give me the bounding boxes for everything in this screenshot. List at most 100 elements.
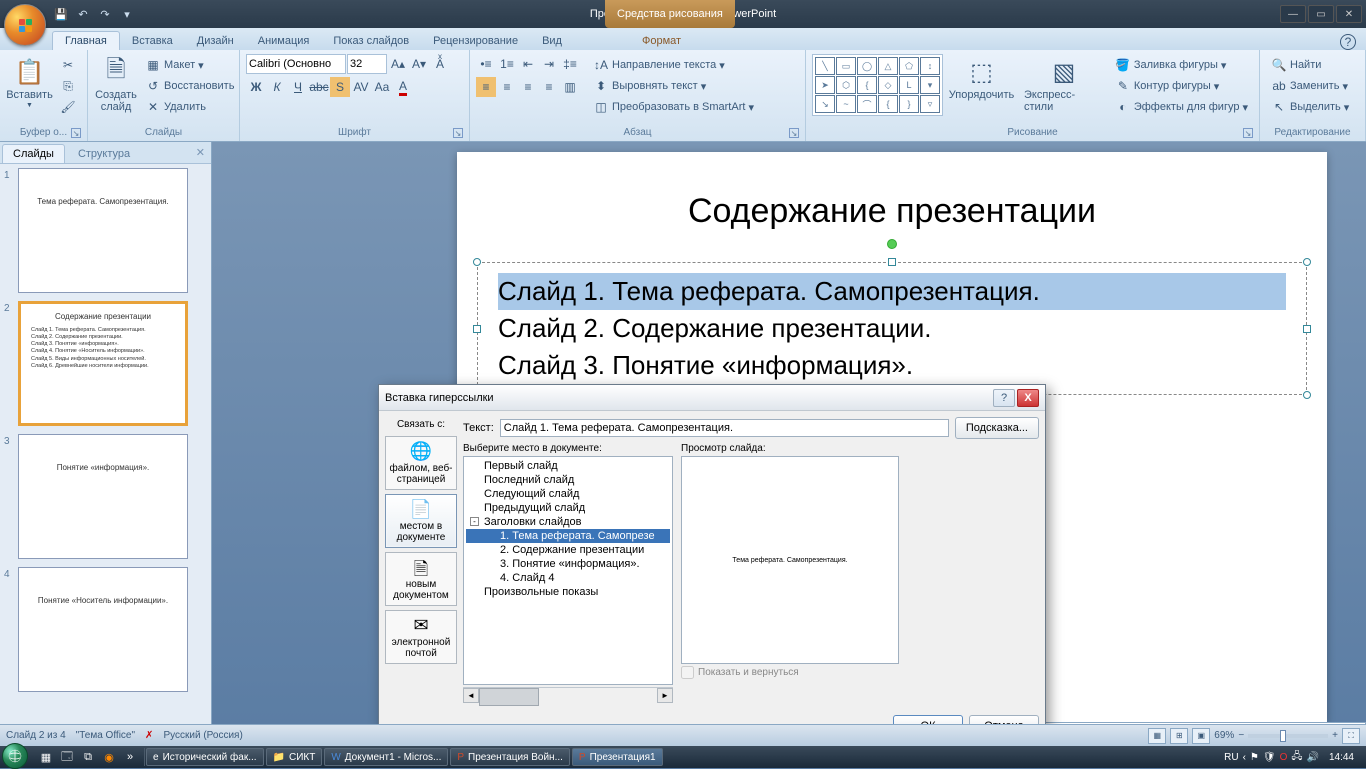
- dialog-help-button[interactable]: ?: [993, 389, 1015, 407]
- save-icon[interactable]: 💾: [52, 5, 70, 23]
- shape-fill-button[interactable]: 🪣Заливка фигуры ▾: [1112, 56, 1251, 74]
- help-icon[interactable]: ?: [1340, 34, 1356, 50]
- numbering-button[interactable]: 1≡: [497, 54, 517, 74]
- thumb-1[interactable]: 1 Тема реферата. Самопрезентация.: [4, 168, 207, 293]
- tray-shield-icon[interactable]: 🛡: [1263, 752, 1276, 763]
- zoom-level[interactable]: 69%: [1214, 730, 1234, 741]
- zoom-out-button[interactable]: −: [1238, 730, 1244, 741]
- resize-handle[interactable]: [1303, 258, 1311, 266]
- clear-format-button[interactable]: Aͯ: [430, 54, 450, 74]
- decrease-indent-button[interactable]: ⇤: [518, 54, 538, 74]
- ql-media-icon[interactable]: ◉: [99, 748, 119, 766]
- link-file-web-button[interactable]: 🌐файлом, веб-страницей: [385, 436, 457, 490]
- tree-slide-2[interactable]: 2. Содержание презентации: [466, 543, 670, 557]
- tooltip-button[interactable]: Подсказка...: [955, 417, 1039, 439]
- shadow-button[interactable]: S: [330, 77, 350, 97]
- grow-font-button[interactable]: A▴: [388, 54, 408, 74]
- panel-close-icon[interactable]: ✕: [196, 146, 205, 159]
- format-painter-button[interactable]: 🖌: [57, 98, 79, 116]
- clock[interactable]: 14:44: [1323, 752, 1360, 763]
- tree-next-slide[interactable]: Следующий слайд: [466, 487, 670, 501]
- maximize-button[interactable]: ▭: [1308, 5, 1334, 23]
- ql-more-icon[interactable]: »: [120, 748, 140, 766]
- task-word[interactable]: WДокумент1 - Micros...: [324, 748, 448, 766]
- thumb-4[interactable]: 4 Понятие «Носитель информации».: [4, 567, 207, 692]
- new-slide-button[interactable]: 🗎 Создать слайд: [94, 54, 138, 115]
- content-line-1[interactable]: Слайд 1. Тема реферата. Самопрезентация.: [498, 273, 1286, 310]
- lang-indicator[interactable]: RU: [1224, 752, 1238, 763]
- task-ppt1[interactable]: PПрезентация Войн...: [450, 748, 570, 766]
- smartart-button[interactable]: ◫Преобразовать в SmartArt ▾: [590, 98, 757, 116]
- link-email-button[interactable]: ✉электронной почтой: [385, 610, 457, 664]
- zoom-in-button[interactable]: +: [1332, 730, 1338, 741]
- tree-first-slide[interactable]: Первый слайд: [466, 459, 670, 473]
- task-folder[interactable]: 📁СИКТ: [266, 748, 323, 766]
- font-launcher[interactable]: ↘: [453, 128, 463, 138]
- layout-button[interactable]: ▦Макет ▾: [142, 56, 237, 74]
- tab-view[interactable]: Вид: [530, 32, 574, 50]
- clipboard-launcher[interactable]: ↘: [71, 128, 81, 138]
- document-tree[interactable]: Первый слайд Последний слайд Следующий с…: [463, 456, 673, 685]
- dialog-titlebar[interactable]: Вставка гиперссылки ? X: [379, 385, 1045, 411]
- ql-switch-icon[interactable]: ⧉: [78, 748, 98, 766]
- tray-expand-icon[interactable]: ‹: [1243, 752, 1246, 763]
- tree-last-slide[interactable]: Последний слайд: [466, 473, 670, 487]
- para-launcher[interactable]: ↘: [789, 128, 799, 138]
- ql-tc-icon[interactable]: ▦: [36, 748, 56, 766]
- thumb-3[interactable]: 3 Понятие «информация».: [4, 434, 207, 559]
- tab-design[interactable]: Дизайн: [185, 32, 246, 50]
- language-status[interactable]: Русский (Россия): [163, 730, 242, 741]
- increase-indent-button[interactable]: ⇥: [539, 54, 559, 74]
- cut-button[interactable]: ✂: [57, 56, 79, 74]
- redo-icon[interactable]: ↷: [96, 5, 114, 23]
- resize-handle[interactable]: [1303, 325, 1311, 333]
- qat-more-icon[interactable]: ▾: [118, 5, 136, 23]
- content-textbox[interactable]: Слайд 1. Тема реферата. Самопрезентация.…: [477, 262, 1307, 395]
- tab-review[interactable]: Рецензирование: [421, 32, 530, 50]
- task-ie[interactable]: eИсторический фак...: [146, 748, 264, 766]
- scroll-right-icon[interactable]: ►: [657, 688, 673, 703]
- close-button[interactable]: ✕: [1336, 5, 1362, 23]
- shape-outline-button[interactable]: ✎Контур фигуры ▾: [1112, 77, 1251, 95]
- resize-handle[interactable]: [888, 258, 896, 266]
- slideshow-view-button[interactable]: ▣: [1192, 728, 1210, 744]
- shapes-gallery[interactable]: ╲▭◯△⬠↕ ➤⬡{◇L▾ ↘~⌒{}▿: [812, 54, 943, 116]
- arrange-button[interactable]: ⬚Упорядочить: [945, 54, 1018, 103]
- minimize-button[interactable]: —: [1280, 5, 1306, 23]
- underline-button[interactable]: Ч: [288, 77, 308, 97]
- tray-volume-icon[interactable]: 🔊: [1307, 752, 1319, 763]
- delete-slide-button[interactable]: ✕Удалить: [142, 98, 237, 116]
- resize-handle[interactable]: [1303, 391, 1311, 399]
- text-display-input[interactable]: [500, 419, 949, 437]
- scroll-thumb[interactable]: [479, 688, 539, 706]
- scroll-left-icon[interactable]: ◄: [463, 688, 479, 703]
- tree-slide-1[interactable]: 1. Тема реферата. Самопрезе: [466, 529, 670, 543]
- collapse-icon[interactable]: -: [470, 517, 479, 526]
- link-place-doc-button[interactable]: 📄местом в документе: [385, 494, 457, 548]
- columns-button[interactable]: ▥: [560, 77, 580, 97]
- undo-icon[interactable]: ↶: [74, 5, 92, 23]
- start-button[interactable]: [2, 743, 28, 769]
- fit-view-button[interactable]: ⛶: [1342, 728, 1360, 744]
- content-line-2[interactable]: Слайд 2. Содержание презентации.: [498, 310, 1286, 347]
- rotate-handle[interactable]: [887, 239, 897, 249]
- thumb-2[interactable]: 2 Содержание презентации Слайд 1. Тема р…: [4, 301, 207, 426]
- spell-icon[interactable]: ✗: [145, 730, 153, 741]
- font-name-combo[interactable]: [246, 54, 346, 74]
- reset-button[interactable]: ↺Восстановить: [142, 77, 237, 95]
- shape-effects-button[interactable]: ◐Эффекты для фигур ▾: [1112, 98, 1251, 116]
- tray-opera-icon[interactable]: O: [1280, 752, 1288, 763]
- change-case-button[interactable]: Aa: [372, 77, 392, 97]
- normal-view-button[interactable]: ▦: [1148, 728, 1166, 744]
- text-direction-button[interactable]: ↕AНаправление текста ▾: [590, 56, 757, 74]
- select-button[interactable]: ↖Выделить ▾: [1268, 98, 1352, 116]
- tree-slide-3[interactable]: 3. Понятие «информация».: [466, 557, 670, 571]
- tree-slide-4[interactable]: 4. Слайд 4: [466, 571, 670, 585]
- sorter-view-button[interactable]: ⊞: [1170, 728, 1188, 744]
- justify-button[interactable]: ≡: [539, 77, 559, 97]
- tree-scrollbar[interactable]: ◄ ►: [463, 687, 673, 703]
- tree-custom-shows[interactable]: Произвольные показы: [466, 585, 670, 599]
- replace-button[interactable]: abЗаменить ▾: [1268, 77, 1352, 95]
- char-spacing-button[interactable]: AV: [351, 77, 371, 97]
- font-color-button[interactable]: A: [393, 77, 413, 97]
